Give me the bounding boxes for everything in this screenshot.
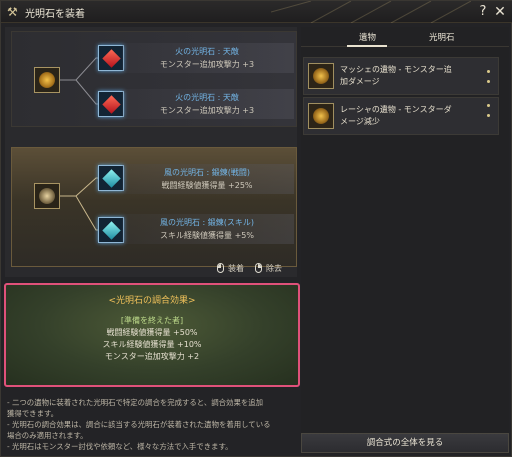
relic-icon [308,63,334,89]
legend-remove: 除去 [255,263,282,274]
slot-indicator-dot [487,70,490,73]
lightstone-name: 風の光明石 : 鍛錬(戦闘) [163,168,251,177]
slot-indicator-dot [487,104,490,107]
lightstone-window: ⚒ 光明石を装着 ? ✕ 火の光明石 : 天敵 モンスター追加攻撃力 +3 火の… [0,0,512,457]
relic-slot-1[interactable] [34,67,60,93]
window-title: 光明石を装着 [25,9,85,20]
view-all-combinations-button[interactable]: 調合式の全体を見る [301,433,509,453]
combination-title: <光明石の調合効果> [108,296,196,306]
legend-equip-label: 装着 [228,264,244,273]
relic-slot-2[interactable] [34,183,60,209]
lightstone-name: 火の光明石 : 天敵 [175,93,239,102]
relic-icon [39,188,55,204]
lightstone-name: 風の光明石 : 鍛錬(スキル) [159,218,255,227]
red-gem-icon [102,49,121,68]
lightstone-card: 火の光明石 : 天敵 モンスター追加攻撃力 +3 [122,89,292,119]
title-bar: ⚒ 光明石を装着 ? ✕ [1,1,512,23]
lightstone-effect: モンスター追加攻撃力 +3 [159,60,255,69]
relic-list-panel: 遺物 光明石 マッシェの遺物 - モンスター追 加ダメージ レーシャの遺物 - … [301,27,509,454]
help-notes: - 二つの遺物に装着された光明石で特定の調合を完成すると、調合効果を追加 獲得で… [7,397,301,452]
slot-indicator-dot [487,80,490,83]
legend-equip: 装着 [217,263,244,274]
tab-lightstones[interactable]: 光明石 [429,31,455,43]
active-tab-indicator [347,45,387,47]
lightstone-effect: 戦闘経験値獲得量 +25% [161,181,253,190]
combination-name: [準備を終えた者] [120,316,184,325]
combination-effect-box: <光明石の調合効果> [準備を終えた者] 戦闘経験値獲得量 +50% スキル経験… [4,283,300,387]
lightstone-slot-2-1[interactable] [98,165,124,191]
slot-indicator-dot [487,114,490,117]
combination-effect-line: スキル経験値獲得量 +10% [102,340,202,349]
relic-group-2: 風の光明石 : 鍛錬(戦闘) 戦闘経験値獲得量 +25% 風の光明石 : 鍛錬(… [11,147,297,267]
lightstone-slot-1-2[interactable] [98,91,124,117]
relic-icon [308,103,334,129]
lightstone-card: 火の光明石 : 天敵 モンスター追加攻撃力 +3 [122,43,292,73]
lightstone-slot-2-2[interactable] [98,217,124,243]
lightstone-slots-panel: 火の光明石 : 天敵 モンスター追加攻撃力 +3 火の光明石 : 天敵 モンスタ… [5,27,297,277]
note-line: 場合のみ適用されます。 [7,431,88,440]
teal-gem-icon [102,221,121,240]
lightstone-slot-1-1[interactable] [98,45,124,71]
relic-list-item[interactable]: マッシェの遺物 - モンスター追 加ダメージ [303,57,499,95]
tab-relics[interactable]: 遺物 [359,31,376,43]
mouse-right-click-icon [255,263,262,273]
lightstone-effect: スキル経験値獲得量 +5% [160,231,254,240]
combination-effect-line: 戦闘経験値獲得量 +50% [106,328,198,337]
relic-name: マッシェの遺物 - モンスター追 加ダメージ [340,65,452,86]
note-line: - 二つの遺物に装着された光明石で特定の調合を完成すると、調合効果を追加 [7,398,264,407]
relic-name: レーシャの遺物 - モンスターダ メージ減少 [340,105,452,126]
note-line: - 光明石の調合効果は、調合に該当する光明石が装着された遺物を着用している [7,420,271,429]
legend-remove-label: 除去 [266,264,282,273]
lightstone-effect: モンスター追加攻撃力 +3 [159,106,255,115]
close-button[interactable]: ✕ [493,4,507,20]
note-line: 獲得できます。 [7,409,58,418]
mouse-left-click-icon [217,263,224,273]
relic-icon [39,72,55,88]
teal-gem-icon [102,169,121,188]
title-decoration [271,1,471,23]
lightstone-card: 風の光明石 : 鍛錬(スキル) スキル経験値獲得量 +5% [122,214,292,244]
lightstone-card: 風の光明石 : 鍛錬(戦闘) 戦闘経験値獲得量 +25% [122,164,292,194]
note-line: - 光明石はモンスター討伐や依頼など、様々な方法で入手できます。 [7,442,233,451]
tools-icon: ⚒ [7,5,18,19]
relic-group-1: 火の光明石 : 天敵 モンスター追加攻撃力 +3 火の光明石 : 天敵 モンスタ… [11,31,297,127]
tab-bar: 遺物 光明石 [301,27,509,47]
lightstone-name: 火の光明石 : 天敵 [175,47,239,56]
combination-effect-line: モンスター追加攻撃力 +2 [104,352,200,361]
red-gem-icon [102,95,121,114]
relic-list-item[interactable]: レーシャの遺物 - モンスターダ メージ減少 [303,97,499,135]
help-button[interactable]: ? [476,4,490,20]
